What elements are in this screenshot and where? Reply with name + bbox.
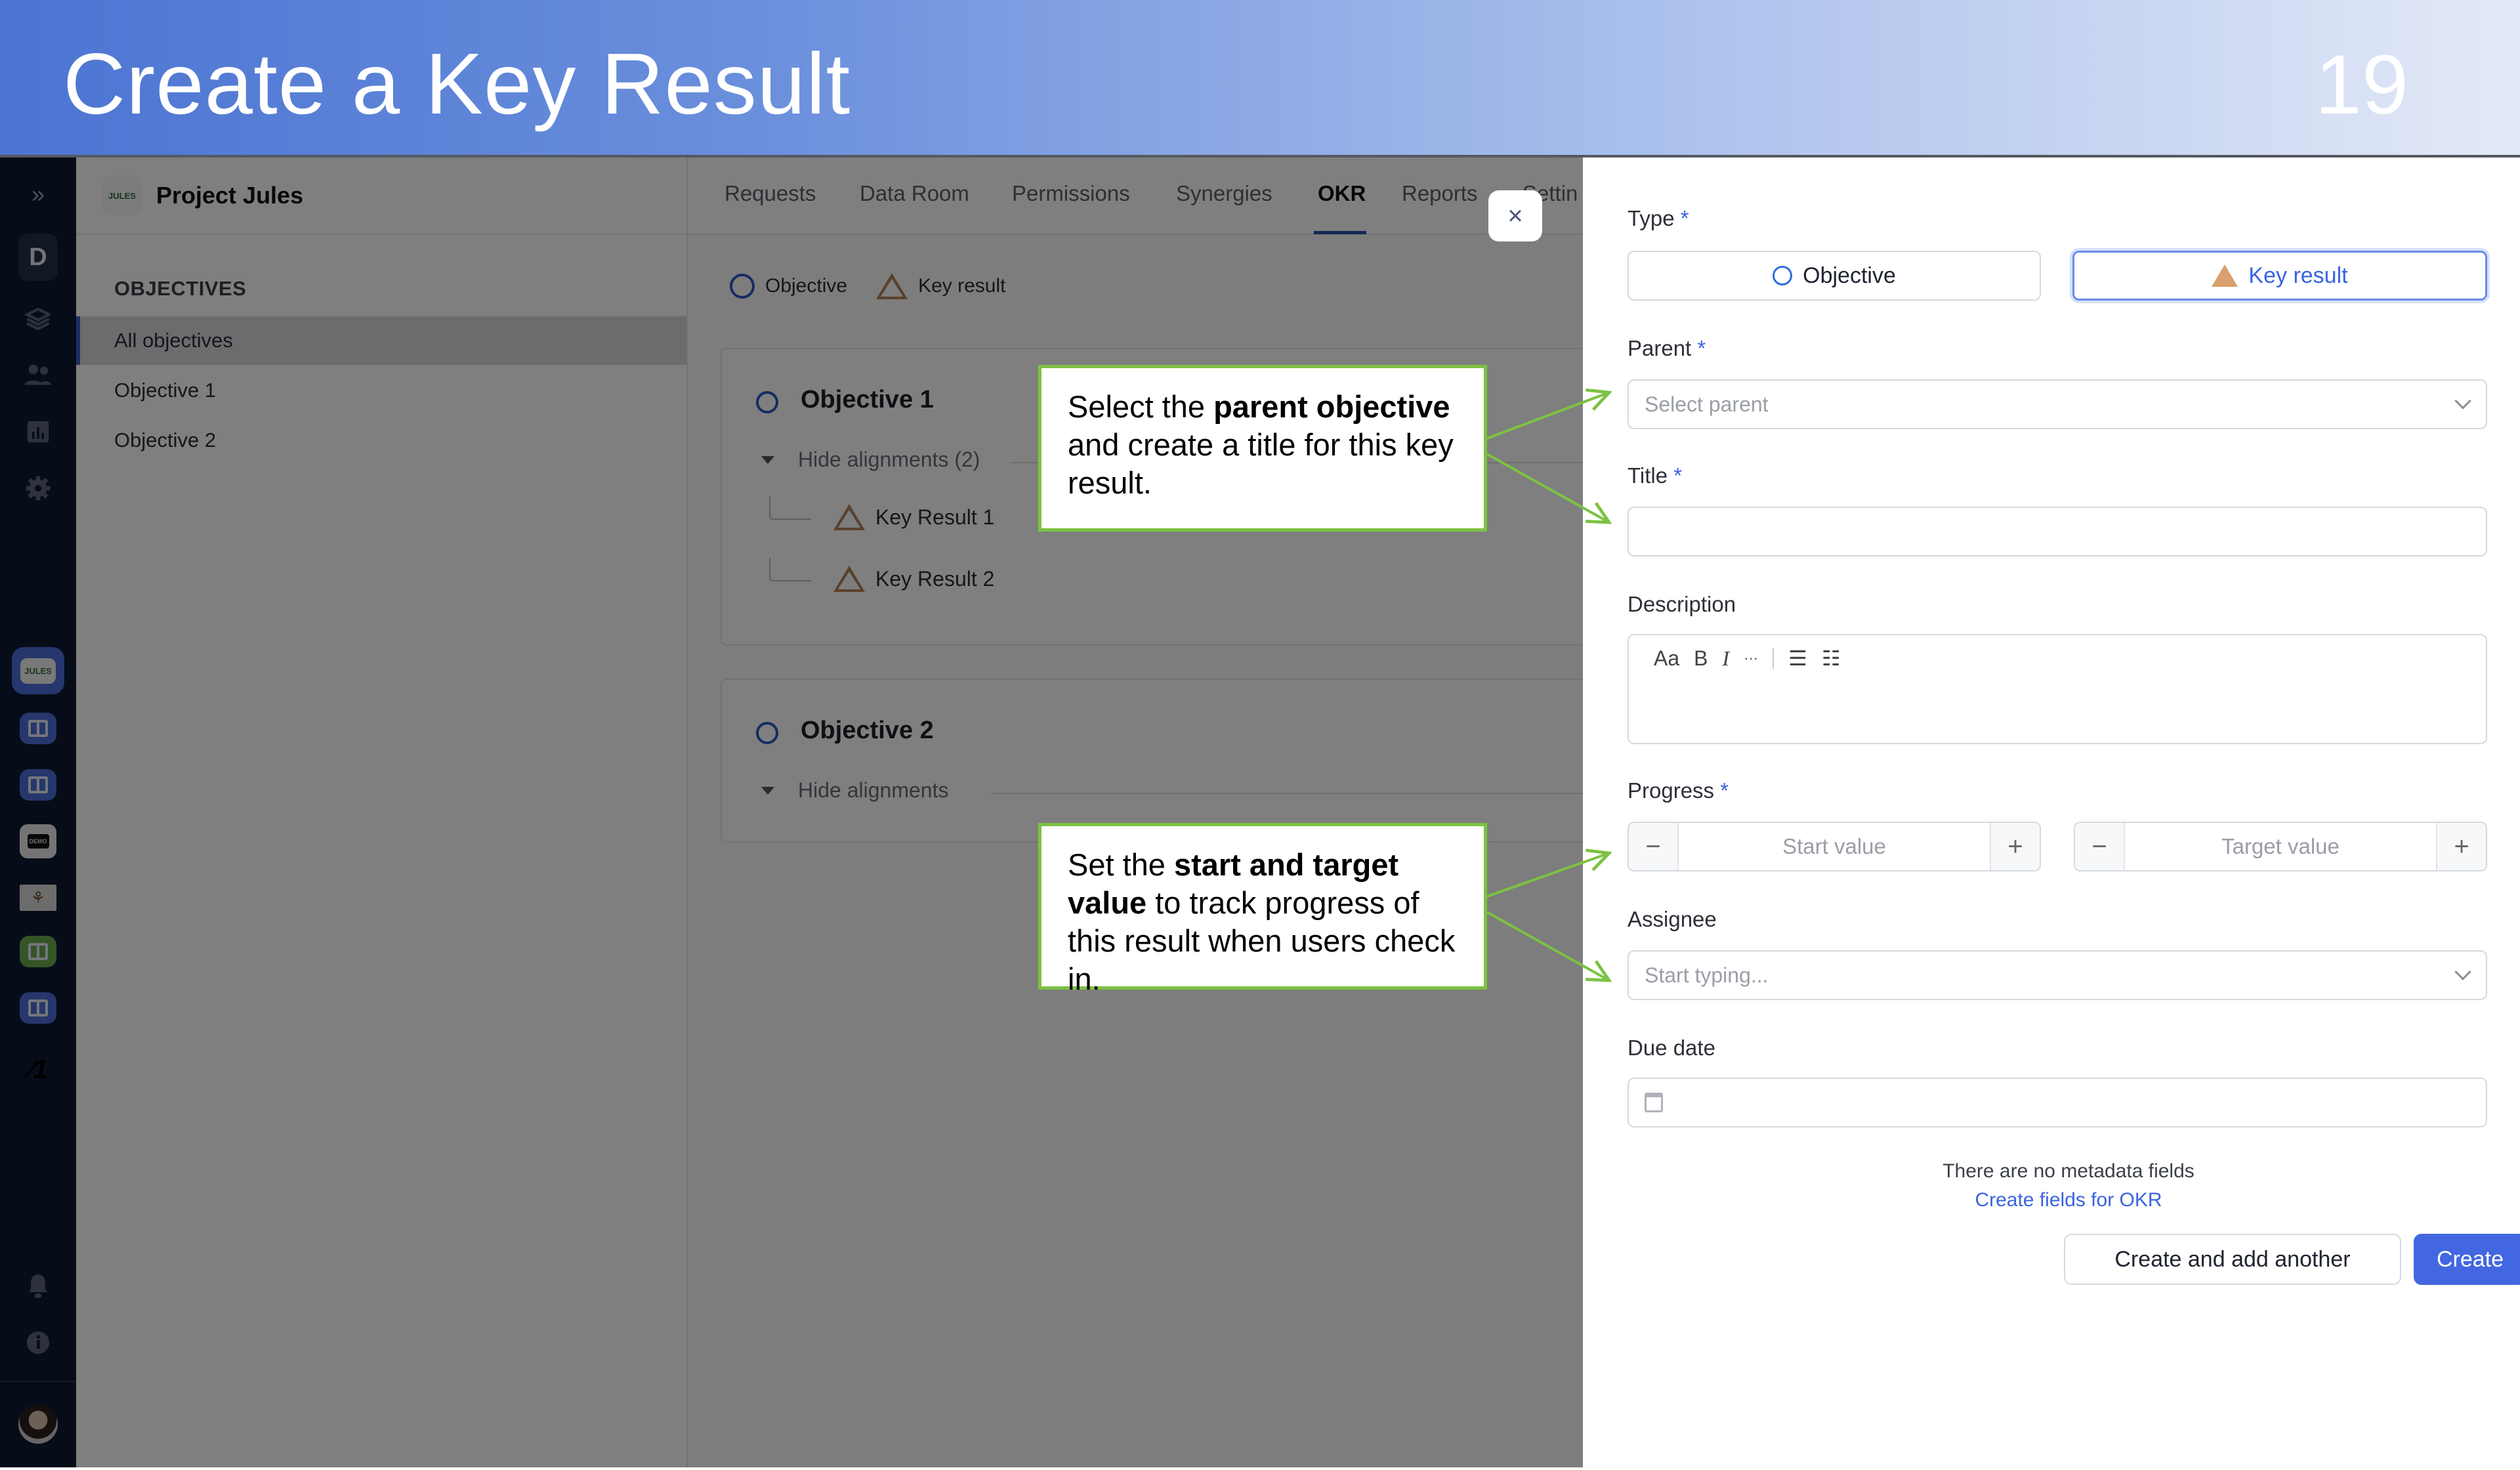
description-editor[interactable]: Aa B I ··· ☰ ☷ bbox=[1628, 634, 2487, 744]
assignee-label: Assignee bbox=[1628, 907, 1717, 931]
start-value-stepper: − Start value + bbox=[1628, 822, 2041, 872]
increment-start-button[interactable]: + bbox=[1990, 823, 2040, 870]
due-date-input[interactable] bbox=[1628, 1078, 2487, 1127]
metadata-note: There are no metadata fields bbox=[1942, 1160, 2194, 1182]
parent-select[interactable]: Select parent bbox=[1628, 379, 2487, 429]
calendar-icon bbox=[1645, 1093, 1663, 1112]
objective-circle-icon bbox=[1773, 266, 1793, 285]
numbered-list-icon[interactable]: ☷ bbox=[1822, 646, 1841, 671]
target-value-input[interactable]: Target value bbox=[2125, 823, 2436, 870]
create-fields-link[interactable]: Create fields for OKR bbox=[1583, 1189, 2520, 1211]
create-okr-drawer: Type * Objective Key result Parent * Sel… bbox=[1583, 158, 2520, 1467]
modal-backdrop[interactable] bbox=[0, 158, 1583, 1467]
type-label: Type * bbox=[1628, 206, 1689, 230]
progress-label: Progress * bbox=[1628, 778, 1729, 803]
toolbar-divider bbox=[1773, 648, 1774, 669]
start-value-input[interactable]: Start value bbox=[1679, 823, 1990, 870]
more-icon[interactable]: ··· bbox=[1744, 650, 1758, 667]
slide-number: 19 bbox=[2315, 38, 2408, 132]
assignee-select[interactable]: Start typing... bbox=[1628, 950, 2487, 1000]
title-label: Title * bbox=[1628, 463, 1683, 488]
editor-toolbar: Aa B I ··· ☰ ☷ bbox=[1654, 646, 1841, 671]
callout-parent: Select the parent objective and create a… bbox=[1038, 365, 1487, 532]
bulleted-list-icon[interactable]: ☰ bbox=[1788, 646, 1807, 671]
chevron-down-icon bbox=[2454, 963, 2471, 980]
create-button[interactable]: Create bbox=[2414, 1234, 2520, 1285]
decrement-target-button[interactable]: − bbox=[2075, 823, 2125, 870]
target-value-stepper: − Target value + bbox=[2074, 822, 2487, 872]
key-result-triangle-icon bbox=[2212, 264, 2238, 287]
due-date-label: Due date bbox=[1628, 1036, 1715, 1060]
parent-label: Parent * bbox=[1628, 336, 1706, 360]
slide-title: Create a Key Result bbox=[63, 35, 851, 132]
bold-icon[interactable]: B bbox=[1694, 646, 1708, 671]
font-size-icon[interactable]: Aa bbox=[1654, 646, 1679, 671]
decrement-start-button[interactable]: − bbox=[1629, 823, 1679, 870]
type-key-result-button[interactable]: Key result bbox=[2072, 251, 2487, 301]
close-icon: × bbox=[1507, 201, 1523, 230]
slide-header: Create a Key Result 19 bbox=[0, 0, 2520, 158]
increment-target-button[interactable]: + bbox=[2436, 823, 2486, 870]
italic-icon[interactable]: I bbox=[1722, 646, 1729, 671]
callout-progress: Set the start and target value to track … bbox=[1038, 823, 1487, 996]
close-drawer-button[interactable]: × bbox=[1488, 190, 1542, 242]
create-and-add-another-button[interactable]: Create and add another bbox=[2064, 1234, 2401, 1285]
chevron-down-icon bbox=[2454, 392, 2471, 410]
description-label: Description bbox=[1628, 592, 1736, 616]
type-objective-button[interactable]: Objective bbox=[1628, 251, 2041, 301]
title-input[interactable] bbox=[1628, 507, 2487, 556]
